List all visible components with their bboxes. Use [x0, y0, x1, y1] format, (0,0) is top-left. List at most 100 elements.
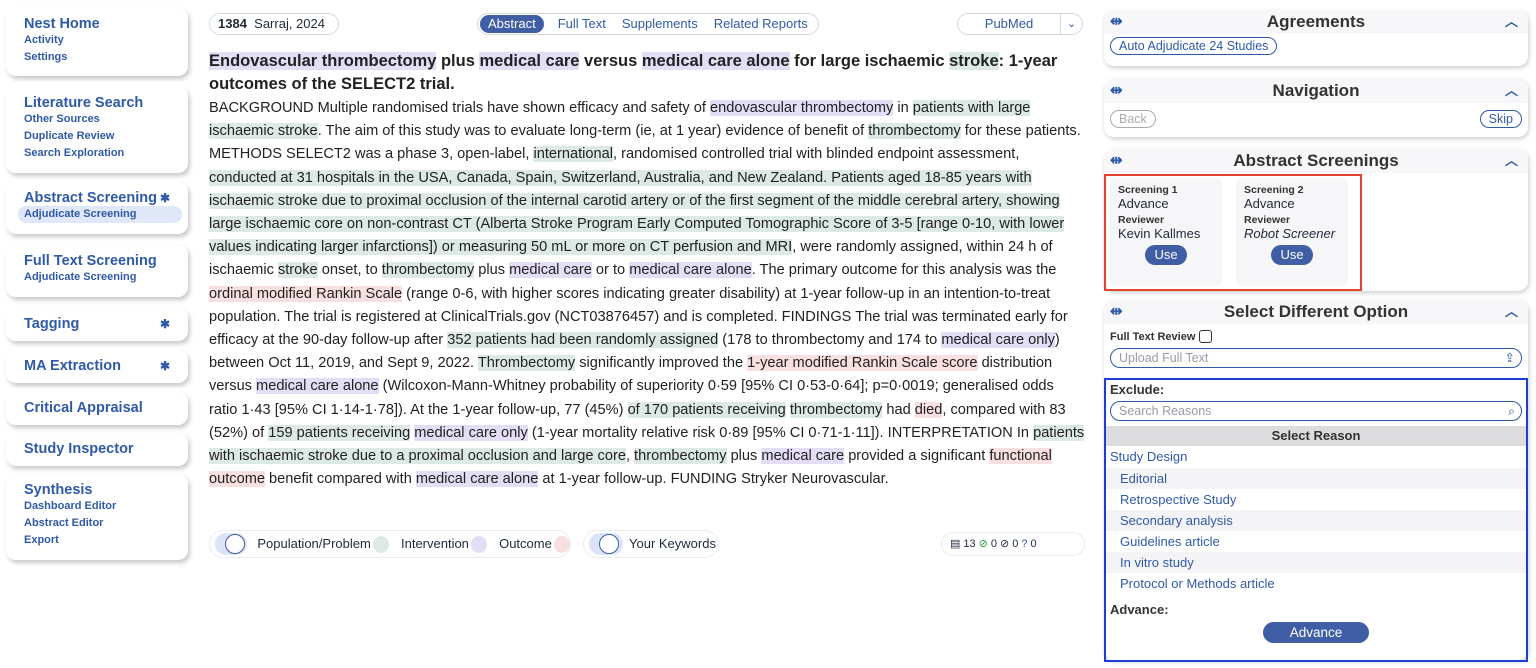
auto-adjudicate-button[interactable]: Auto Adjudicate 24 Studies: [1110, 37, 1278, 55]
chevron-up-icon[interactable]: ︿: [1505, 79, 1518, 103]
highlight-legend: Population/Problem Intervention Outcome …: [209, 530, 1085, 558]
keywords-toggle[interactable]: [589, 533, 623, 555]
tab-full-text[interactable]: Full Text: [550, 14, 614, 34]
drag-handle-icon[interactable]: ⇹: [1110, 10, 1123, 34]
concept-toggle-group: Population/Problem Intervention Outcome: [209, 530, 571, 558]
view-tabs: Abstract Full Text Supplements Related Repo…: [477, 13, 819, 35]
nav-adjudicate-screening[interactable]: Adjudicate Screening: [18, 206, 182, 223]
intervention-highlight: medical care alone: [629, 262, 752, 279]
gear-icon[interactable]: ✱: [160, 317, 170, 331]
outcome-highlight: died: [914, 401, 943, 418]
nav-abstract-editor[interactable]: Abstract Editor: [24, 515, 170, 532]
back-button[interactable]: Back: [1110, 110, 1156, 128]
pubmed-select[interactable]: PubMed ⌄: [957, 13, 1083, 35]
full-text-review-label: Full Text Review: [1110, 330, 1196, 343]
nav-tagging[interactable]: Tagging: [24, 316, 79, 332]
text-segment: significantly improved the: [575, 355, 748, 372]
tab-related-reports[interactable]: Related Reports: [706, 14, 816, 34]
navigation-panel: ⇹ Navigation ︿ Back Skip: [1104, 79, 1528, 137]
population-highlight: stroke: [949, 52, 999, 70]
study-citation: Sarraj, 2024: [254, 16, 325, 31]
chevron-up-icon[interactable]: ︿: [1505, 149, 1518, 173]
text-segment: in: [893, 100, 913, 116]
drag-handle-icon[interactable]: ⇹: [1110, 300, 1123, 324]
text-segment: . The primary outcome for this analysis …: [751, 262, 1057, 279]
question-count: 0: [1030, 538, 1037, 550]
population-highlight: international: [533, 146, 613, 163]
upload-icon[interactable]: ⇪: [1505, 349, 1515, 367]
nav-nest-home[interactable]: Nest Home: [24, 16, 170, 32]
tagging-card: Tagging ✱: [6, 308, 188, 341]
screening-card-2: Screening 2 Advance Reviewer Robot Scree…: [1236, 178, 1348, 286]
drag-handle-icon[interactable]: ⇹: [1110, 79, 1123, 103]
nav-activity[interactable]: Activity: [24, 32, 170, 49]
study-counts[interactable]: ▤ 13 ⊘ 0 ⊘ 0 ? 0: [941, 532, 1085, 556]
gear-icon[interactable]: ✱: [160, 191, 170, 205]
screenings-title: Abstract Screenings: [1233, 151, 1399, 170]
intervention-highlight: medical care: [761, 448, 845, 465]
sidebar: Nest Home Activity Settings Literature S…: [0, 0, 196, 668]
study-toolbar: 1384 Sarraj, 2024 Abstract Full Text Suppl…: [209, 13, 1085, 35]
text-segment: onset, to: [317, 262, 382, 279]
navigation-title: Navigation: [1272, 81, 1360, 100]
keywords-toggle-group: Your Keywords: [583, 530, 719, 558]
chevron-up-icon[interactable]: ︿: [1505, 10, 1518, 34]
nav-duplicate-review[interactable]: Duplicate Review: [24, 128, 170, 145]
use-screening-2-button[interactable]: Use: [1271, 245, 1313, 265]
text-segment: had: [882, 401, 915, 418]
nav-synthesis[interactable]: Synthesis: [24, 482, 170, 498]
block-count: 0: [1012, 538, 1019, 550]
nav-literature-search[interactable]: Literature Search: [24, 95, 170, 111]
full-text-review-checkbox[interactable]: [1199, 330, 1213, 343]
reviewer-label: Reviewer: [1244, 214, 1291, 226]
population-highlight: thrombectomy: [868, 123, 961, 140]
critical-appraisal-card: Critical Appraisal: [6, 392, 188, 425]
upload-placeholder: Upload Full Text: [1119, 351, 1209, 365]
nav-settings[interactable]: Settings: [24, 49, 170, 66]
article-title: Endovascular thrombectomy plus medical c…: [209, 50, 1085, 96]
population-highlight: thrombectomy: [634, 448, 727, 465]
text-segment: (1-year mortality relative risk 0·89 [95…: [527, 424, 1034, 441]
agreements-panel: ⇹ Agreements ︿ Auto Adjudicate 24 Studies: [1104, 10, 1528, 66]
text-segment: ,: [625, 448, 635, 465]
intervention-highlight: medical care alone: [641, 52, 790, 70]
nav-abstract-screening[interactable]: Abstract Screening: [24, 190, 157, 206]
drag-handle-icon[interactable]: ⇹: [1110, 149, 1123, 173]
reviewer-label: Reviewer: [1118, 214, 1165, 226]
population-swatch: [372, 535, 389, 553]
notes-count: 13: [963, 538, 976, 550]
nav-search-exploration[interactable]: Search Exploration: [24, 145, 170, 162]
use-screening-1-button[interactable]: Use: [1145, 245, 1187, 265]
intervention-highlight: medical care only: [941, 332, 1055, 349]
nav-other-sources[interactable]: Other Sources: [24, 111, 170, 128]
screening-label: Screening 1: [1118, 184, 1178, 196]
nav-export[interactable]: Export: [24, 532, 170, 549]
upload-full-text-input[interactable]: Upload Full Text ⇪: [1110, 348, 1522, 368]
concept-toggle[interactable]: [215, 533, 248, 555]
chevron-down-icon[interactable]: ⌄: [1060, 14, 1082, 34]
nav-dashboard-editor[interactable]: Dashboard Editor: [24, 498, 170, 515]
study-id: 1384: [218, 16, 247, 31]
gear-icon[interactable]: ✱: [160, 359, 170, 373]
legend-outcome: Outcome: [499, 536, 552, 551]
intervention-swatch: [470, 535, 488, 553]
text-segment: BACKGROUND Multiple randomised trials ha…: [209, 100, 710, 116]
nav-critical-appraisal[interactable]: Critical Appraisal: [24, 400, 170, 416]
tab-abstract[interactable]: Abstract: [480, 15, 544, 33]
nav-ma-extraction[interactable]: MA Extraction: [24, 358, 121, 374]
reviewer-name: Robot Screener: [1244, 226, 1336, 241]
nav-full-text-screening[interactable]: Full Text Screening: [24, 253, 170, 269]
tab-supplements[interactable]: Supplements: [614, 14, 706, 34]
nav-ft-adjudicate-screening[interactable]: Adjudicate Screening: [24, 269, 170, 286]
skip-button[interactable]: Skip: [1479, 110, 1522, 128]
text-segment: (178 to thrombectomy and 174 to: [718, 332, 942, 349]
literature-search-card: Literature Search Other Sources Duplicat…: [6, 87, 188, 173]
intervention-highlight: medical care: [479, 52, 580, 70]
chevron-up-icon[interactable]: ︿: [1505, 300, 1518, 324]
options-title: Select Different Option: [1223, 302, 1409, 321]
nest-home-card: Nest Home Activity Settings: [6, 8, 188, 76]
population-highlight: 352 patients had been randomly assigned: [447, 332, 719, 349]
population-highlight: thrombectomy: [789, 401, 883, 418]
nav-study-inspector[interactable]: Study Inspector: [24, 441, 170, 457]
intervention-highlight: medical care only: [414, 424, 528, 441]
